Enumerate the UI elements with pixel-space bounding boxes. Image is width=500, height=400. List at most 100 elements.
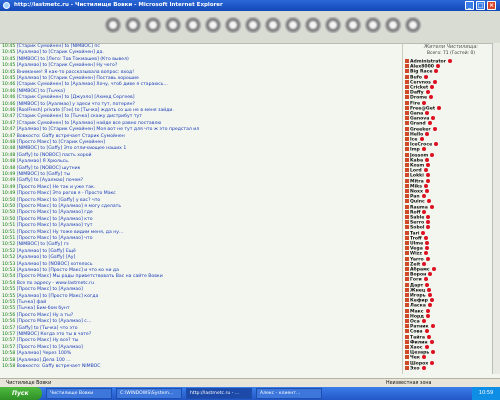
- private-message-icon[interactable]: [421, 147, 426, 152]
- scrollbar[interactable]: [492, 43, 500, 374]
- message-timestamp: 10:47: [2, 127, 17, 133]
- user-rank-icon: [405, 345, 409, 349]
- private-message-icon[interactable]: [430, 360, 435, 365]
- private-message-icon[interactable]: [426, 220, 431, 225]
- private-message-icon[interactable]: [426, 334, 431, 339]
- user-list-item[interactable]: Эхо: [405, 365, 426, 373]
- message-timestamp: 10:46: [2, 88, 17, 94]
- private-message-icon[interactable]: [425, 157, 430, 162]
- banner-ornament-icon: [264, 17, 282, 33]
- user-rank-icon: [405, 69, 409, 74]
- private-message-icon[interactable]: [431, 350, 436, 355]
- private-message-icon[interactable]: [434, 142, 439, 147]
- private-message-icon[interactable]: [422, 261, 427, 266]
- private-message-icon[interactable]: [422, 209, 427, 214]
- private-message-icon[interactable]: [432, 79, 437, 84]
- private-message-icon[interactable]: [423, 235, 428, 240]
- private-message-icon[interactable]: [424, 345, 429, 349]
- private-message-icon[interactable]: [430, 324, 435, 329]
- private-message-icon[interactable]: [425, 90, 430, 95]
- private-message-icon[interactable]: [423, 74, 428, 79]
- user-rank-icon: [405, 282, 409, 287]
- private-message-icon[interactable]: [436, 64, 440, 69]
- private-message-icon[interactable]: [425, 282, 430, 287]
- private-message-icon[interactable]: [424, 246, 429, 251]
- private-message-icon[interactable]: [425, 256, 430, 261]
- taskbar: Пуск Чистилище Вовки C:\WINDOWS\System...…: [0, 387, 500, 400]
- chat-message: 10:49 [NIMBOC] to [Gaffy] ты: [2, 172, 70, 177]
- private-message-icon[interactable]: [425, 111, 430, 115]
- private-message-icon[interactable]: [426, 313, 430, 318]
- private-message-icon[interactable]: [427, 303, 432, 308]
- private-message-icon[interactable]: [425, 308, 430, 313]
- private-message-icon[interactable]: [425, 131, 430, 136]
- banner-ornament-icon: [384, 17, 402, 33]
- message-timestamp: 10:57: [2, 325, 17, 331]
- close-button[interactable]: ×: [487, 1, 496, 10]
- private-message-icon[interactable]: [426, 215, 431, 219]
- user-rank-icon: [405, 235, 409, 240]
- user-rank-icon: [405, 194, 409, 199]
- private-message-icon[interactable]: [423, 277, 428, 282]
- private-message-icon[interactable]: [421, 355, 426, 360]
- taskbar-task[interactable]: Алекс - клиент...: [256, 388, 322, 399]
- private-message-icon[interactable]: [425, 173, 430, 178]
- private-message-icon[interactable]: [426, 199, 431, 204]
- user-rank-icon: [405, 215, 409, 219]
- private-message-icon[interactable]: [423, 168, 428, 173]
- private-message-icon[interactable]: [431, 267, 436, 271]
- private-message-icon[interactable]: [421, 194, 426, 199]
- private-message-icon[interactable]: [429, 204, 434, 209]
- message-text: [Ауалмао] to [NOBOC] хотелось: [16, 261, 93, 267]
- private-message-icon[interactable]: [425, 178, 430, 183]
- private-message-icon[interactable]: [421, 365, 426, 370]
- private-message-icon[interactable]: [427, 121, 432, 126]
- private-message-icon[interactable]: [424, 251, 428, 256]
- chat-message: 10:45 [Ауалмао] to [Старик Сумойнен] Пос…: [2, 76, 139, 81]
- private-message-icon[interactable]: [437, 105, 442, 110]
- message-timestamp: 10:52: [2, 248, 17, 254]
- private-message-icon[interactable]: [432, 126, 437, 131]
- private-message-icon[interactable]: [421, 230, 426, 235]
- private-message-icon[interactable]: [419, 137, 424, 141]
- private-message-icon[interactable]: [426, 163, 431, 167]
- start-button[interactable]: Пуск: [0, 387, 42, 400]
- private-message-icon[interactable]: [425, 241, 430, 245]
- chat-message: 10:49 [Просто Макс] Не так и уже так.: [2, 185, 95, 190]
- minimize-button[interactable]: _: [465, 1, 474, 10]
- message-timestamp: 10:53: [2, 261, 17, 267]
- window-title: http://lastmetc.ru - Чистилище Вовки - M…: [14, 2, 223, 8]
- private-message-icon[interactable]: [430, 85, 435, 89]
- user-rank-icon: [405, 360, 409, 365]
- taskbar-task[interactable]: C:\WINDOWS\System...: [116, 388, 182, 399]
- taskbar-task[interactable]: Чистилище Вовки: [46, 388, 112, 399]
- private-message-icon[interactable]: [429, 339, 434, 344]
- private-message-icon[interactable]: [429, 298, 434, 303]
- private-message-icon[interactable]: [447, 59, 452, 63]
- private-message-icon[interactable]: [422, 100, 427, 105]
- user-rank-icon: [405, 261, 409, 266]
- private-message-icon[interactable]: [429, 95, 434, 100]
- user-rank-icon: [405, 277, 409, 282]
- private-message-icon[interactable]: [424, 189, 429, 193]
- maximize-button[interactable]: □: [476, 1, 485, 10]
- chat-message: 10:51 [Просто Макс] Ну тоже видим меня, …: [2, 230, 123, 235]
- message-timestamp: 10:48: [2, 159, 17, 165]
- message-timestamp: 10:58: [2, 357, 17, 363]
- private-message-icon[interactable]: [424, 329, 429, 334]
- private-message-icon[interactable]: [428, 272, 433, 277]
- private-message-icon[interactable]: [430, 152, 435, 157]
- chat-message: 10:55 [Тычка] Бим-бом бунт: [2, 306, 70, 311]
- user-rank-icon: [405, 126, 409, 131]
- private-message-icon[interactable]: [431, 116, 436, 121]
- chat-message: 10:57 [NIMBOC] Когда это ты в чате?: [2, 332, 91, 337]
- message-timestamp: 10:56: [2, 312, 17, 318]
- private-message-icon[interactable]: [421, 319, 426, 323]
- message-text: Вовкосто: Gaffy встречает NIMBOC: [16, 364, 101, 369]
- private-message-icon[interactable]: [427, 287, 432, 292]
- private-message-icon[interactable]: [434, 69, 439, 74]
- private-message-icon[interactable]: [423, 183, 428, 188]
- private-message-icon[interactable]: [427, 293, 432, 297]
- taskbar-task[interactable]: http://lastmetc.ru - ...: [186, 388, 252, 399]
- private-message-icon[interactable]: [426, 225, 431, 230]
